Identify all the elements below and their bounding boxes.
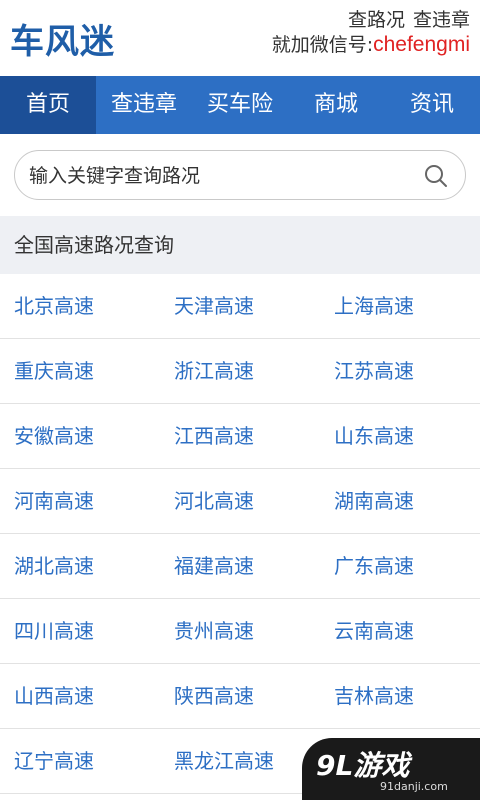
- wechat-line: 就加微信号:chefengmi: [272, 32, 470, 58]
- section-title: 全国高速路况查询: [0, 216, 480, 274]
- table-row: 湖北高速 福建高速 广东高速: [0, 534, 480, 599]
- nav-home[interactable]: 首页: [0, 76, 96, 134]
- table-row: 河南高速 河北高速 湖南高速: [0, 469, 480, 534]
- highway-link[interactable]: 重庆高速: [0, 339, 160, 403]
- violation-link[interactable]: 查违章: [413, 9, 470, 31]
- site-logo[interactable]: 车风迷: [10, 14, 115, 63]
- highway-link[interactable]: 河南高速: [0, 469, 160, 533]
- highway-link[interactable]: 浙江高速: [160, 339, 320, 403]
- highway-link[interactable]: 福建高速: [160, 534, 320, 598]
- header-info: 查路况 查违章 就加微信号:chefengmi: [272, 8, 470, 58]
- highway-link[interactable]: 吉林高速: [320, 664, 480, 728]
- table-row: 安徽高速 江西高速 山东高速: [0, 404, 480, 469]
- highway-link[interactable]: 江西高速: [160, 404, 320, 468]
- highway-grid: 北京高速 天津高速 上海高速 重庆高速 浙江高速 江苏高速 安徽高速 江西高速 …: [0, 274, 480, 794]
- search-input[interactable]: [29, 159, 409, 193]
- search-box: [14, 150, 466, 200]
- traffic-link[interactable]: 查路况: [348, 9, 405, 31]
- watermark-logo: 9L游戏: [316, 749, 410, 782]
- highway-link[interactable]: 天津高速: [160, 274, 320, 338]
- highway-link[interactable]: 湖北高速: [0, 534, 160, 598]
- highway-link[interactable]: 陕西高速: [160, 664, 320, 728]
- table-row: 重庆高速 浙江高速 江苏高速: [0, 339, 480, 404]
- main-nav: 首页 查违章 买车险 商城 资讯: [0, 76, 480, 134]
- search-icon[interactable]: [423, 163, 449, 189]
- wechat-label: 就加微信号:: [271, 34, 374, 56]
- highway-link[interactable]: 上海高速: [320, 274, 480, 338]
- nav-news[interactable]: 资讯: [384, 76, 480, 134]
- app-header: 车风迷 查路况 查违章 就加微信号:chefengmi: [0, 0, 480, 76]
- highway-link[interactable]: 黑龙江高速: [160, 729, 320, 793]
- table-row: 山西高速 陕西高速 吉林高速: [0, 664, 480, 729]
- highway-link[interactable]: 河北高速: [160, 469, 320, 533]
- watermark-url: 91danji.com: [380, 780, 448, 793]
- highway-link[interactable]: 云南高速: [320, 599, 480, 663]
- highway-link[interactable]: 四川高速: [0, 599, 160, 663]
- nav-insurance[interactable]: 买车险: [192, 76, 288, 134]
- nav-mall[interactable]: 商城: [288, 76, 384, 134]
- highway-link[interactable]: 辽宁高速: [0, 729, 160, 793]
- search-area: [0, 134, 480, 216]
- watermark: 9L游戏 91danji.com: [302, 738, 480, 800]
- table-row: 北京高速 天津高速 上海高速: [0, 274, 480, 339]
- highway-link[interactable]: 广东高速: [320, 534, 480, 598]
- highway-link[interactable]: 北京高速: [0, 274, 160, 338]
- highway-link[interactable]: 贵州高速: [160, 599, 320, 663]
- highway-link[interactable]: 山东高速: [320, 404, 480, 468]
- highway-link[interactable]: 湖南高速: [320, 469, 480, 533]
- highway-link[interactable]: 江苏高速: [320, 339, 480, 403]
- nav-violation[interactable]: 查违章: [96, 76, 192, 134]
- table-row: 四川高速 贵州高速 云南高速: [0, 599, 480, 664]
- header-links: 查路况 查违章: [272, 8, 470, 32]
- highway-link[interactable]: 山西高速: [0, 664, 160, 728]
- wechat-id: chefengmi: [373, 33, 470, 56]
- highway-link[interactable]: 安徽高速: [0, 404, 160, 468]
